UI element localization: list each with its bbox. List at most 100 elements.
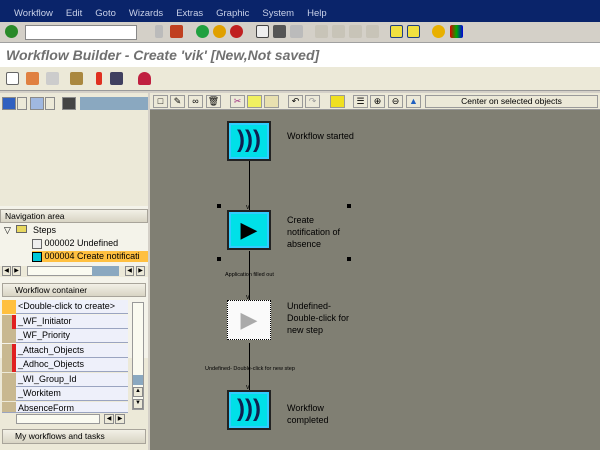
- application-toolbar: [0, 67, 600, 91]
- page-title: Workflow Builder - Create 'vik' [New,Not…: [0, 43, 600, 67]
- overview-icon[interactable]: [62, 97, 76, 110]
- import-export-icon: [2, 343, 16, 358]
- activate-icon[interactable]: [96, 72, 102, 85]
- tree-label: 000002 Undefined: [44, 238, 119, 248]
- node-create-notification[interactable]: ▶: [227, 210, 271, 250]
- menu-wizards[interactable]: Wizards: [129, 8, 163, 19]
- activity-step-icon: [32, 251, 42, 262]
- import-export-icon: [2, 358, 16, 372]
- horizontal-scrollbar[interactable]: ◀ ▶ ◀ ▶: [0, 266, 148, 277]
- pencil-icon[interactable]: ✎: [170, 95, 185, 108]
- node-label: Workflow completed: [287, 403, 329, 425]
- print-icon[interactable]: [256, 25, 269, 38]
- selection-handle[interactable]: [347, 257, 351, 261]
- scroll-thumb[interactable]: [133, 375, 143, 385]
- selection-handle[interactable]: [217, 257, 221, 261]
- edit-icon[interactable]: [46, 72, 59, 85]
- other-workflow-icon[interactable]: [26, 72, 39, 85]
- workflow-canvas[interactable]: v v v ))) Workflow started ▶ Create noti…: [150, 110, 600, 450]
- scroll-thumb[interactable]: [92, 266, 119, 276]
- back-arrow-icon[interactable]: [155, 25, 163, 38]
- tree-item-undefined[interactable]: 000002 Undefined: [32, 238, 118, 249]
- table-row[interactable]: _WF_Priority: [2, 329, 128, 343]
- paste-icon[interactable]: [264, 95, 279, 108]
- zoom-in-icon[interactable]: ⊕: [370, 95, 385, 108]
- forward-nav-icon[interactable]: [30, 97, 44, 110]
- menu-help[interactable]: Help: [307, 8, 327, 19]
- tree-node-steps[interactable]: ▽ Steps: [4, 225, 56, 236]
- redo-icon[interactable]: ↷: [305, 95, 320, 108]
- table-row[interactable]: _Attach_Objects: [2, 343, 128, 358]
- tree-item-create-notification[interactable]: 000004 Create notificati: [32, 251, 148, 262]
- cancel-icon[interactable]: [230, 25, 243, 38]
- selection-handle[interactable]: [347, 204, 351, 208]
- doc-icon[interactable]: [17, 97, 27, 110]
- horizontal-scrollbar[interactable]: [16, 414, 100, 424]
- node-workflow-started[interactable]: ))): [227, 121, 271, 161]
- left-panel: Navigation area ▽ Steps 000002 Undefined…: [0, 93, 148, 450]
- scroll-left-icon[interactable]: ◀: [125, 266, 134, 276]
- next-page-icon[interactable]: [349, 25, 362, 38]
- check-icon[interactable]: [70, 72, 83, 85]
- prev-page-icon[interactable]: [332, 25, 345, 38]
- back-icon[interactable]: [196, 25, 209, 38]
- scroll-down-icon[interactable]: ▼: [133, 399, 143, 409]
- back-nav-icon[interactable]: [2, 97, 16, 110]
- first-page-icon[interactable]: [315, 25, 328, 38]
- binding-icon[interactable]: [138, 72, 151, 85]
- enter-icon[interactable]: [5, 25, 18, 38]
- shortcut-icon[interactable]: [407, 25, 420, 38]
- zoom-out-icon[interactable]: ⊖: [388, 95, 403, 108]
- menu-workflow[interactable]: Workflow: [14, 8, 53, 19]
- new-icon[interactable]: □: [153, 95, 168, 108]
- align-icon[interactable]: ☰: [353, 95, 368, 108]
- copy-icon[interactable]: [247, 95, 262, 108]
- node-undefined-step[interactable]: ▶: [227, 300, 271, 340]
- menu-extras[interactable]: Extras: [176, 8, 203, 19]
- find-icon[interactable]: [273, 25, 286, 38]
- scroll-left-icon[interactable]: ◀: [2, 266, 11, 276]
- my-workflows-tab[interactable]: My workflows and tasks: [2, 429, 146, 444]
- table-row[interactable]: AbsenceForm: [2, 401, 128, 413]
- find-next-icon[interactable]: [290, 25, 303, 38]
- table-row[interactable]: <Double-click to create>: [2, 300, 128, 314]
- create-icon: [2, 300, 16, 314]
- menu-system[interactable]: System: [262, 8, 294, 19]
- new-icon[interactable]: [6, 72, 19, 85]
- undo-icon[interactable]: ↶: [288, 95, 303, 108]
- menu-graphic[interactable]: Graphic: [216, 8, 249, 19]
- bug-icon[interactable]: [330, 95, 345, 108]
- delete-icon[interactable]: 🗑: [206, 95, 221, 108]
- scroll-up-icon[interactable]: ▲: [133, 387, 143, 397]
- table-row[interactable]: _WF_Initiator: [2, 314, 128, 329]
- cut-icon[interactable]: ✂: [230, 95, 245, 108]
- table-row[interactable]: _Workitem: [2, 387, 128, 401]
- system-toolbar: [0, 22, 600, 43]
- scroll-right-icon[interactable]: ▶: [115, 414, 125, 424]
- scroll-right-icon[interactable]: ▶: [12, 266, 21, 276]
- last-page-icon[interactable]: [366, 25, 379, 38]
- node-workflow-completed[interactable]: ))): [227, 390, 271, 430]
- new-session-icon[interactable]: [390, 25, 403, 38]
- center-on-selected-button[interactable]: Center on selected objects: [425, 95, 598, 108]
- save-icon[interactable]: [170, 25, 183, 38]
- doc-icon[interactable]: [45, 97, 55, 110]
- table-row[interactable]: _WI_Group_Id: [2, 372, 128, 387]
- vertical-scrollbar[interactable]: ▲ ▼: [132, 302, 144, 410]
- fit-icon[interactable]: ▲: [406, 95, 421, 108]
- import-icon: [2, 387, 16, 401]
- menu-edit[interactable]: Edit: [66, 8, 82, 19]
- help-icon[interactable]: [432, 25, 445, 38]
- workflow-container-header[interactable]: Workflow container: [2, 283, 146, 297]
- table-row[interactable]: _Adhoc_Objects: [2, 358, 128, 372]
- selection-handle[interactable]: [217, 204, 221, 208]
- menu-goto[interactable]: Goto: [95, 8, 116, 19]
- test-icon[interactable]: [110, 72, 123, 85]
- display-icon[interactable]: ∞: [188, 95, 203, 108]
- expand-triangle-icon[interactable]: ▽: [4, 225, 11, 235]
- exit-icon[interactable]: [213, 25, 226, 38]
- scroll-left-icon[interactable]: ◀: [104, 414, 114, 424]
- command-field[interactable]: [25, 25, 137, 40]
- layout-menu-icon[interactable]: [450, 25, 463, 38]
- scroll-right-icon[interactable]: ▶: [136, 266, 145, 276]
